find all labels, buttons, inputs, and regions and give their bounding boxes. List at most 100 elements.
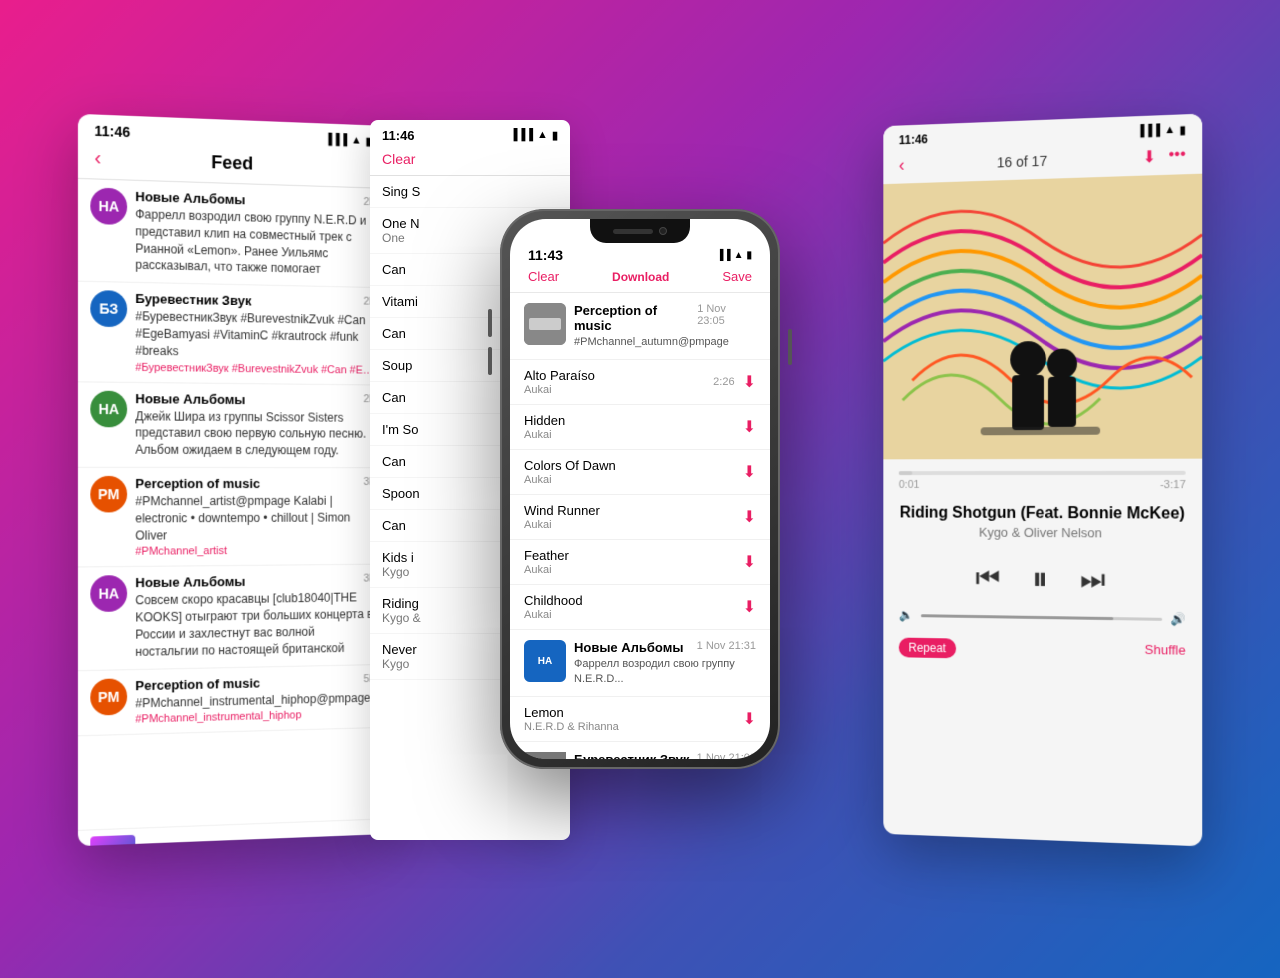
feed-text: #PMchannel_artist@pmpage Kalabi | electr… — [135, 493, 375, 544]
clear-button[interactable]: Clear — [528, 269, 559, 284]
volume-high-icon: 🔊 — [1170, 612, 1185, 626]
download-track-icon[interactable]: ⬇ — [743, 372, 756, 392]
list-item[interactable]: БЗ Буревестник Звук 2h #БуревестникЗвук … — [78, 282, 387, 385]
album-art — [883, 174, 1202, 460]
track-duration: 2:26 — [713, 376, 734, 388]
download-track-icon[interactable]: ⬇ — [743, 709, 756, 729]
song-artist: Kygo & Oliver Nelson — [899, 524, 1186, 541]
track-row[interactable]: Childhood Aukai ⬇ — [510, 585, 770, 630]
progress-bar[interactable] — [899, 471, 1186, 475]
back-icon[interactable]: ‹ — [94, 147, 101, 171]
track-name: Feather — [524, 548, 743, 563]
track-row[interactable]: Hidden Aukai ⬇ — [510, 405, 770, 450]
previous-button[interactable]: ⏮ — [975, 562, 1000, 595]
track-row[interactable]: Colors Of Dawn Aukai ⬇ — [510, 450, 770, 495]
avatar: НА — [90, 390, 127, 427]
album-art-svg — [883, 174, 1202, 460]
song-name: Sing S — [382, 184, 558, 199]
channel-avatar — [524, 303, 566, 345]
track-name: Colors Of Dawn — [524, 458, 743, 473]
left-status-icons: ▐▐▐ ▲ ▮ — [324, 133, 371, 148]
burevestnik-message[interactable]: CAN Буревестник Звук 1 Nov 21:02 — [510, 742, 770, 759]
track-artist: Aukai — [524, 519, 743, 531]
volume-slider[interactable] — [921, 614, 1162, 621]
left-panel-feed: 11:46 ▐▐▐ ▲ ▮ ‹ Feed НА Новые Альбомы 2h… — [78, 114, 387, 846]
volume-down-button[interactable] — [488, 347, 492, 375]
feed-author: Новые Альбомы — [135, 189, 245, 207]
mid-nav-actions: Clear — [370, 147, 570, 176]
phone-body: 11:43 ▐▐ ▲ ▮ Clear Download Save — [500, 209, 780, 769]
repeat-button[interactable]: Repeat — [899, 638, 956, 659]
right-panel-player: 11:46 ▐▐▐ ▲ ▮ ‹ 16 of 17 ⬇ ••• — [883, 114, 1202, 847]
signal-icon: ▐▐▐ — [1136, 124, 1160, 138]
channel-message[interactable]: НА Новые Альбомы 1 Nov 21:31 Фаррелл воз… — [510, 630, 770, 697]
right-status-icons: ▐▐▐ ▲ ▮ — [1136, 123, 1185, 138]
list-item[interactable]: Sing S — [370, 176, 570, 208]
next-button[interactable]: ⏭ — [1080, 563, 1105, 596]
more-icon[interactable]: ••• — [1168, 145, 1185, 166]
channel-avatar: НА — [524, 640, 566, 682]
track-artist: Aukai — [524, 429, 743, 441]
song-title: Riding Shotgun (Feat. Bonnie McKee) — [899, 505, 1186, 524]
battery-icon: ▮ — [1180, 123, 1186, 136]
feed-hashtags: #БуревестникЗвук #BurevestnikZvuk #Can #… — [135, 361, 375, 376]
download-icon[interactable]: ⬇ — [1143, 146, 1157, 167]
msg-date: 1 Nov 21:02 — [697, 752, 756, 759]
msg-handle: #PMchannel_autumn@pmpage — [574, 335, 756, 349]
save-button[interactable]: Save — [722, 269, 752, 284]
phone-action-bar: Clear Download Save — [510, 267, 770, 293]
power-button[interactable] — [788, 329, 792, 365]
time-remaining: -3:17 — [1160, 479, 1186, 491]
shuffle-button[interactable]: Shuffle — [1145, 642, 1186, 663]
signal-icon: ▐▐ — [716, 250, 730, 261]
download-button[interactable]: Download — [612, 270, 669, 284]
download-track-icon[interactable]: ⬇ — [743, 597, 756, 617]
pause-button[interactable]: ⏸ — [1032, 560, 1048, 598]
bottom-actions: Repeat Shuffle — [883, 629, 1202, 671]
list-item[interactable]: НА Новые Альбомы 2h Джейк Шира из группы… — [78, 382, 387, 468]
feed-author: Новые Альбомы — [135, 391, 245, 407]
phone-device: 11:43 ▐▐ ▲ ▮ Clear Download Save — [500, 209, 780, 769]
feed-text: Фаррелл возродил свою группу N.E.R.D и п… — [135, 206, 375, 279]
volume-up-button[interactable] — [488, 309, 492, 337]
track-name: Childhood — [524, 593, 743, 608]
back-icon[interactable]: ‹ — [899, 155, 905, 176]
list-item[interactable]: НА Новые Альбомы 2h Фаррелл возродил сво… — [78, 179, 387, 289]
track-name: Hidden — [524, 413, 743, 428]
track-row[interactable]: Alto Paraíso Aukai 2:26 ⬇ — [510, 360, 770, 405]
notification-item[interactable]: Perception of music 1 Nov 23:05 #PMchann… — [510, 293, 770, 360]
download-track-icon[interactable]: ⬇ — [743, 507, 756, 527]
list-item[interactable]: PM Perception of music 3h #PMchannel_art… — [78, 468, 387, 568]
list-item[interactable]: PM Perception of music 5h #PMchannel_ins… — [78, 664, 387, 736]
track-row[interactable]: Wind Runner Aukai ⬇ — [510, 495, 770, 540]
clear-button[interactable]: Clear — [382, 151, 415, 167]
bottom-song-title: Riding Shotgun (Feat. Bonni... — [143, 835, 354, 846]
track-artist: Aukai — [524, 384, 713, 396]
progress-fill — [899, 471, 913, 475]
feed-text: Совсем скоро красавцы [club18040|THE KOO… — [135, 590, 375, 661]
avatar: БЗ — [90, 290, 127, 327]
signal-icon: ▐▐▐ — [510, 129, 533, 142]
download-track-icon[interactable]: ⬇ — [743, 417, 756, 437]
lemon-track-row[interactable]: Lemon N.E.R.D & Rihanna ⬇ — [510, 697, 770, 742]
msg-text: Фаррелл возродил свою группу N.E.R.D... — [574, 657, 756, 686]
download-track-icon[interactable]: ⬇ — [743, 462, 756, 482]
feed-hashtags: #PMchannel_artist — [135, 544, 375, 558]
album-thumbnail — [90, 835, 135, 846]
phone-screen: 11:43 ▐▐ ▲ ▮ Clear Download Save — [510, 219, 770, 759]
track-row[interactable]: Feather Aukai ⬇ — [510, 540, 770, 585]
channel-name: Буревестник Звук — [574, 752, 689, 759]
download-track-icon[interactable]: ⬇ — [743, 552, 756, 572]
track-counter: 16 of 17 — [997, 152, 1047, 170]
feed-author: Буревестник Звук — [135, 291, 251, 308]
feed-author: Perception of music — [135, 476, 260, 491]
phone-time: 11:43 — [528, 247, 563, 263]
left-time: 11:46 — [94, 123, 130, 141]
list-item[interactable]: НА Новые Альбомы 3h Совсем скоро красавц… — [78, 565, 387, 671]
feed-text: Джейк Шира из группы Scissor Sisters пре… — [135, 408, 375, 459]
track-name: Wind Runner — [524, 503, 743, 518]
time-elapsed: 0:01 — [899, 479, 920, 491]
msg-date: 1 Nov 23:05 — [697, 303, 756, 333]
camera — [659, 227, 667, 235]
track-artist: Aukai — [524, 609, 743, 621]
